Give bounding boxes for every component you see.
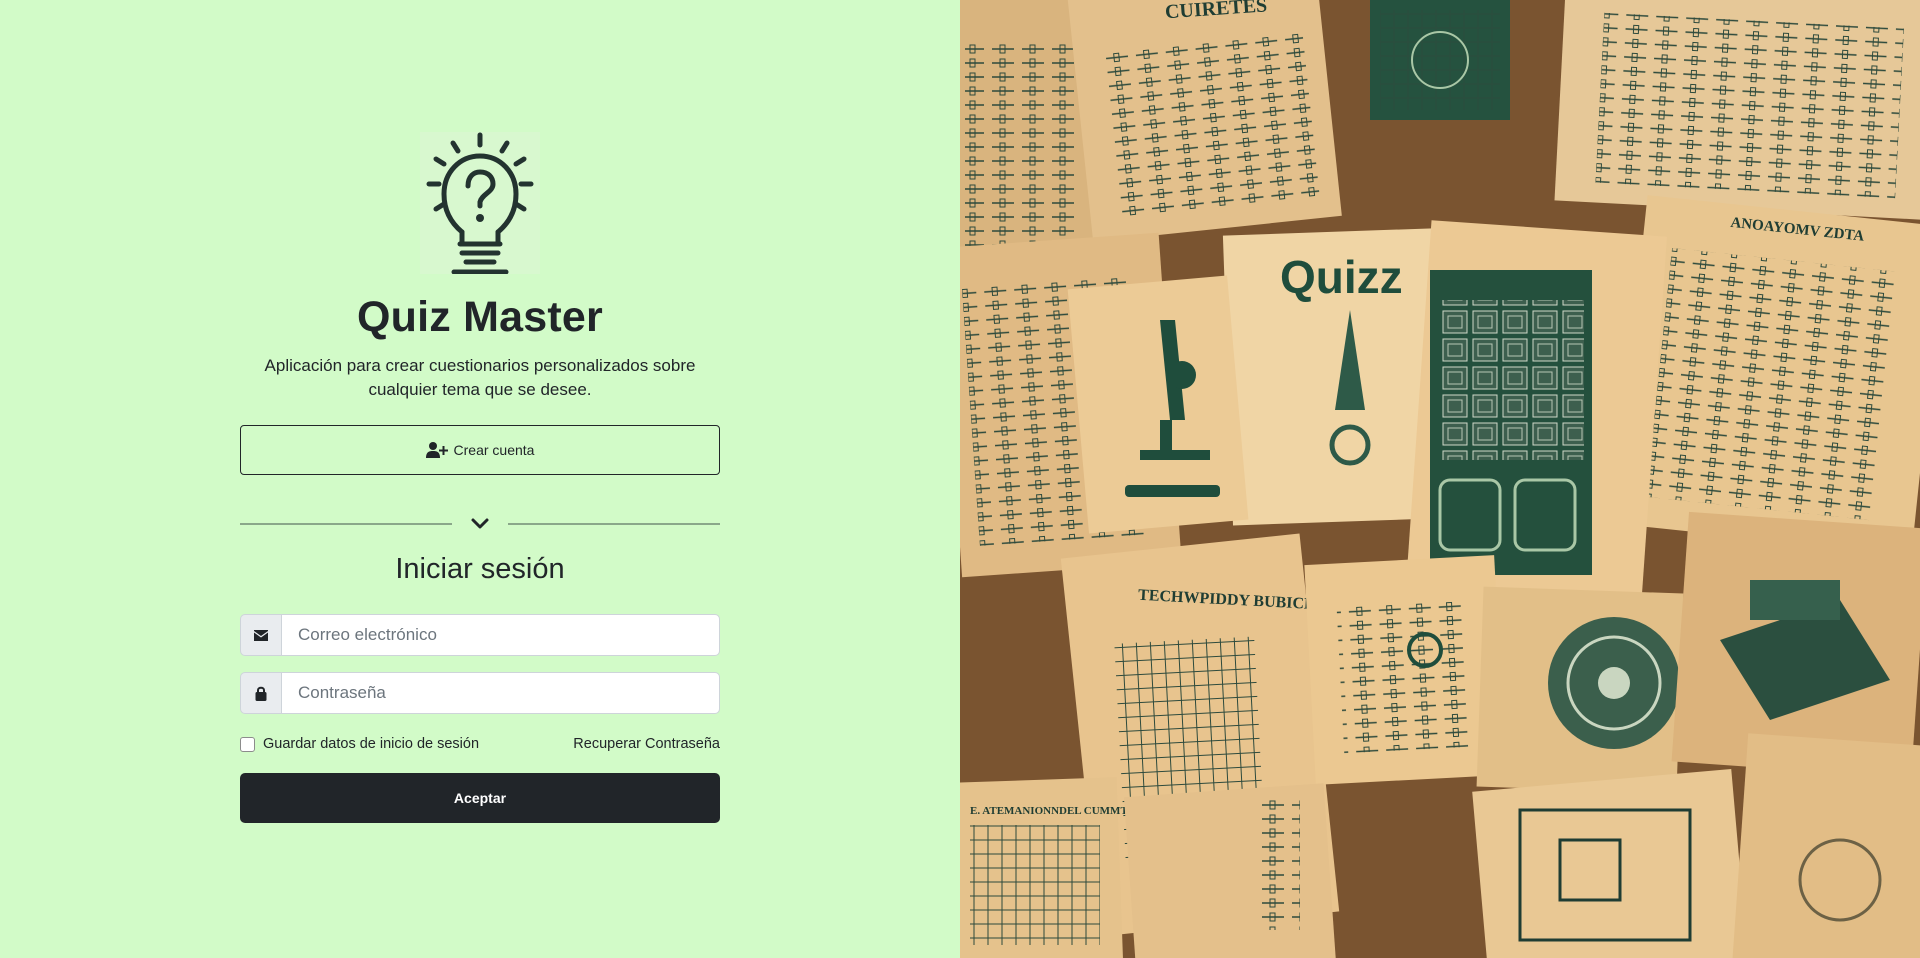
section-divider <box>240 512 720 534</box>
divider-line-left <box>240 523 452 525</box>
email-field[interactable] <box>281 614 720 656</box>
paper-circuit-board <box>1405 220 1667 616</box>
app-description: Aplicación para crear cuestionarios pers… <box>264 356 696 399</box>
paper-bottom-center <box>1123 783 1337 958</box>
login-title: Iniciar sesión <box>395 553 565 585</box>
submit-button[interactable]: Aceptar <box>240 773 720 823</box>
login-page: Quiz Master Aplicación para crear cuesti… <box>0 0 1920 958</box>
paper-record <box>1476 586 1684 794</box>
decorative-artwork: CUIRETES ANOAYOMV ZDTA Quizz TECHWPIDDY … <box>960 0 1920 958</box>
remember-label: Guardar datos de inicio de sesión <box>263 736 480 752</box>
envelope-icon <box>240 614 281 656</box>
create-account-button[interactable]: Crear cuenta <box>240 425 720 475</box>
remember-checkbox[interactable] <box>240 736 255 752</box>
remember-row: Guardar datos de inicio de sesión Recupe… <box>240 734 720 754</box>
paper-bottom-right <box>1472 769 1748 958</box>
paper-quizz: Quizz <box>1222 228 1443 526</box>
lightbulb-question-icon <box>420 132 540 275</box>
user-plus-icon <box>425 441 448 459</box>
divider-line-right <box>508 523 720 525</box>
paper-green-blueprint <box>1370 0 1510 120</box>
remember-checkbox-label[interactable]: Guardar datos de inicio de sesión <box>240 736 479 752</box>
chevron-down-icon <box>470 514 490 532</box>
login-panel: Quiz Master Aplicación para crear cuesti… <box>0 0 960 958</box>
password-field[interactable] <box>281 672 720 714</box>
paper-microscope <box>1067 275 1249 534</box>
lock-icon <box>240 672 281 714</box>
paper-top-center: CUIRETES <box>1067 0 1342 242</box>
app-title: Quiz Master <box>357 293 603 341</box>
password-input-group <box>240 672 720 714</box>
paper-circuit-bottom-center <box>1304 555 1506 785</box>
create-account-label: Crear cuenta <box>453 442 535 458</box>
paper-top-right <box>1554 0 1920 221</box>
paper-bottom-far-right <box>1732 733 1920 958</box>
email-input-group <box>240 614 720 656</box>
recover-password-link[interactable]: Recuperar Contraseña <box>573 736 720 752</box>
artwork-text-quizz: Quizz <box>1280 251 1403 303</box>
